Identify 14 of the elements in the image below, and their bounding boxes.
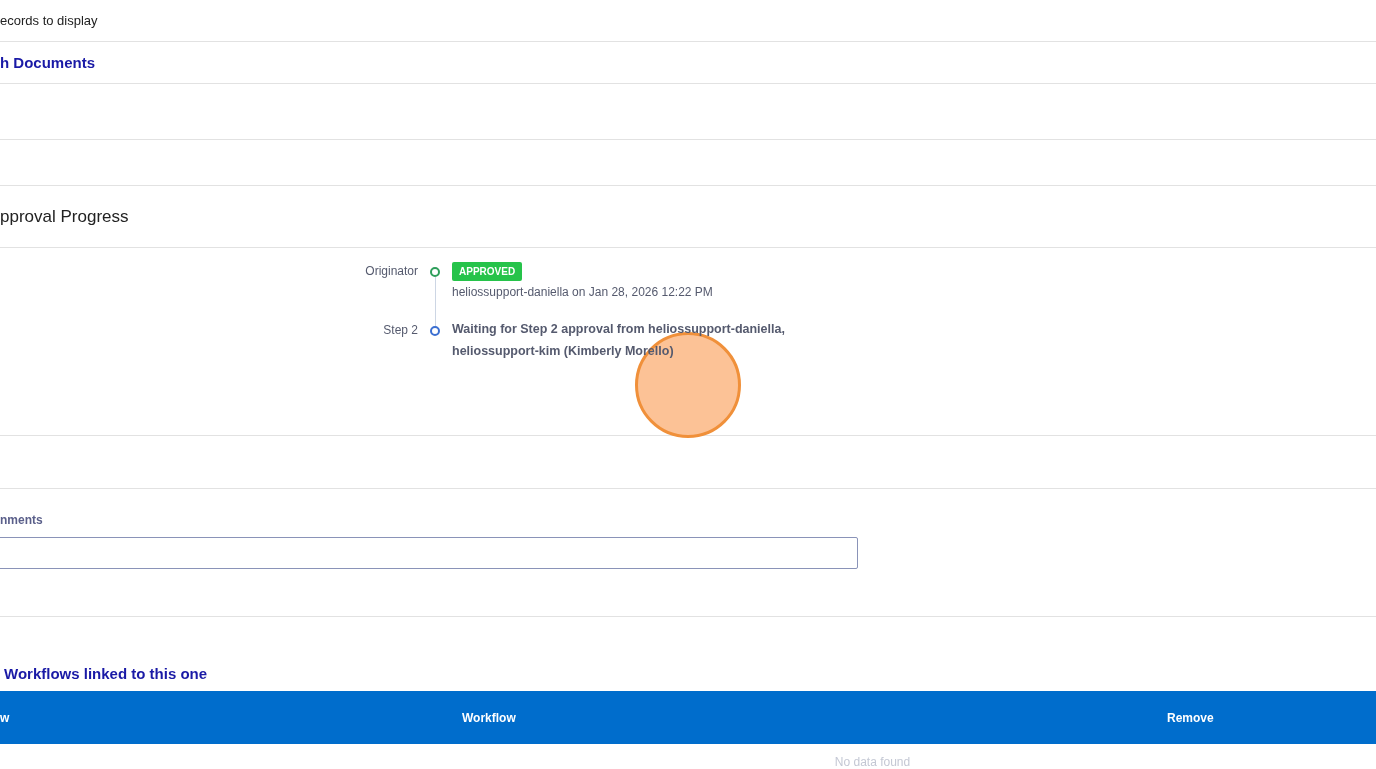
field-label: nments (0, 513, 43, 527)
empty-message: No data found (834, 755, 911, 769)
step-label: Step 2 (382, 322, 418, 337)
section-title: h Documents (0, 54, 95, 71)
column-header[interactable]: w (0, 710, 10, 725)
step-label: Originator (364, 263, 418, 278)
status-badge: APPROVED (452, 262, 523, 281)
column-header[interactable]: Remove (1167, 710, 1214, 725)
column-header[interactable]: Workflow (462, 710, 516, 725)
step-detail: heliossupport-daniella on Jan 28, 2026 12:22 PM (452, 285, 713, 299)
section-title: Workflows linked to this one (3, 665, 209, 684)
section-title: pproval Progress (0, 206, 129, 227)
comments-field[interactable] (0, 537, 858, 569)
records-message: ecords to display (0, 13, 98, 28)
